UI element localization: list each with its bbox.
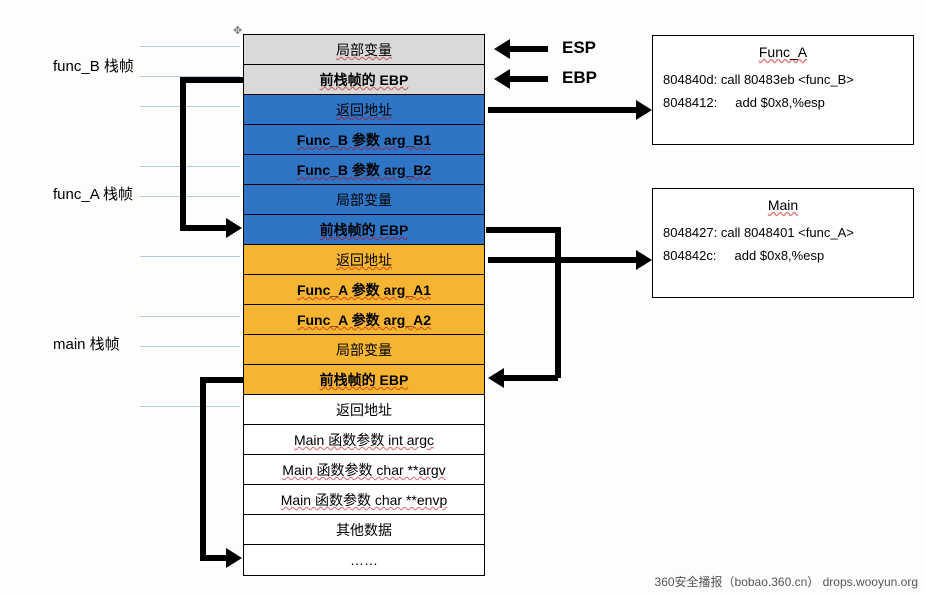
arrow-link-ebp-main-down	[200, 555, 228, 561]
arrow-link-ebp-a-to-main	[555, 227, 561, 378]
stack-row: Main 函数参数 char **argv	[244, 455, 484, 485]
stack-row: Func_B 参数 arg_B2	[244, 155, 484, 185]
pointer-label-esp: ESP	[562, 38, 596, 58]
arrow-head-right-icon	[226, 218, 242, 238]
code-line: 804842c: add $0x8,%esp	[663, 244, 903, 267]
code-box-main: Main 8048427: call 8048401 <func_A> 8048…	[652, 188, 914, 298]
arrow-link-ebp-b-to-a	[180, 77, 186, 228]
bracket-line	[140, 46, 240, 47]
stack-row: 前栈帧的 EBP	[244, 365, 484, 395]
arrow-head-left-icon	[494, 39, 510, 59]
stack-row: 前栈帧的 EBP	[244, 215, 484, 245]
arrow-head-right-icon	[636, 250, 652, 270]
code-line: 8048427: call 8048401 <func_A>	[663, 221, 903, 244]
code-box-title: Main	[663, 197, 903, 213]
stack-row: 局部变量	[244, 35, 484, 65]
stack-row: Func_B 参数 arg_B1	[244, 125, 484, 155]
code-box-func-a: Func_A 804840d: call 80483eb <func_B> 80…	[652, 35, 914, 145]
arrow-ebp	[508, 76, 548, 82]
arrow-head-right-icon	[226, 548, 242, 568]
arrow-link-ebp-a-to-main	[486, 227, 556, 233]
arrow-to-main-box	[488, 257, 638, 263]
stack-row: ……	[244, 545, 484, 575]
arrow-link-ebp-main-down	[200, 377, 206, 558]
stack-row: 返回地址	[244, 245, 484, 275]
bracket-line	[140, 166, 240, 167]
arrow-to-func-a-box	[488, 107, 638, 113]
stack-row: 局部变量	[244, 335, 484, 365]
code-line: 804840d: call 80483eb <func_B>	[663, 68, 903, 91]
arrow-head-left-icon	[494, 69, 510, 89]
stack-row: 其他数据	[244, 515, 484, 545]
bracket-line	[140, 316, 240, 317]
code-box-title: Func_A	[663, 44, 903, 60]
arrow-link-ebp-b-to-a	[180, 225, 228, 231]
arrow-head-left-icon	[488, 368, 504, 388]
arrow-esp	[508, 46, 548, 52]
arrow-link-ebp-b-to-a	[180, 77, 243, 83]
bracket-line	[140, 406, 240, 407]
arrow-link-ebp-main-down	[200, 377, 243, 383]
call-stack: 局部变量 前栈帧的 EBP 返回地址 Func_B 参数 arg_B1 Func…	[243, 34, 485, 576]
frame-label-func-a: func_A 栈帧	[53, 183, 133, 204]
frame-label-main: main 栈帧	[53, 333, 120, 354]
code-line: 8048412: add $0x8,%esp	[663, 91, 903, 114]
stack-row: Main 函数参数 int argc	[244, 425, 484, 455]
pointer-label-ebp: EBP	[562, 68, 597, 88]
stack-row: Func_A 参数 arg_A2	[244, 305, 484, 335]
watermark: 360安全播报（bobao.360.cn） drops.wooyun.org	[655, 573, 918, 590]
stack-row: Func_A 参数 arg_A1	[244, 275, 484, 305]
frame-label-func-b: func_B 栈帧	[53, 55, 134, 76]
bracket-line	[140, 196, 240, 197]
stack-row: 返回地址	[244, 395, 484, 425]
stack-row: 前栈帧的 EBP	[244, 65, 484, 95]
bracket-line	[140, 256, 240, 257]
stack-row: 局部变量	[244, 185, 484, 215]
arrow-link-ebp-a-to-main	[502, 375, 558, 381]
table-move-handle: ✥	[233, 24, 243, 34]
bracket-line	[140, 346, 240, 347]
stack-row: 返回地址	[244, 95, 484, 125]
diagram-canvas: ✥ 局部变量 前栈帧的 EBP 返回地址 Func_B 参数 arg_B1 Fu…	[0, 0, 926, 594]
arrow-head-right-icon	[636, 100, 652, 120]
stack-row: Main 函数参数 char **envp	[244, 485, 484, 515]
bracket-line	[140, 106, 240, 107]
